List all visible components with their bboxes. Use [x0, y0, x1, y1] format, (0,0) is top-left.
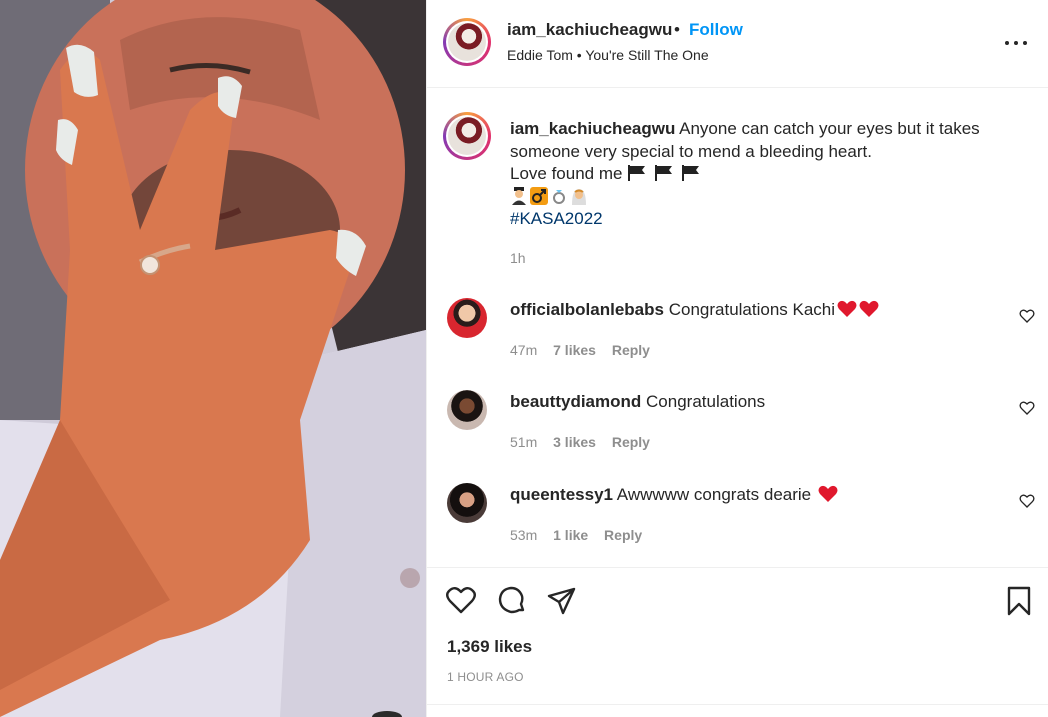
commenter-avatar[interactable] — [447, 483, 487, 523]
caption-timestamp: 1h — [510, 250, 526, 266]
comment-reply-button[interactable]: Reply — [604, 527, 642, 543]
comment-heart-icon[interactable] — [1019, 400, 1035, 416]
black-flag-icon — [628, 165, 646, 181]
ring-icon — [553, 189, 565, 204]
comment-likes[interactable]: 7 likes — [553, 342, 596, 358]
comment-username[interactable]: queentessy1 — [510, 485, 613, 504]
bride-icon — [572, 188, 586, 205]
separator-dot: • — [674, 20, 680, 39]
comment-text: officialbolanlebabs Congratulations Kach… — [510, 300, 879, 320]
like-count[interactable]: 1,369 likes — [447, 637, 532, 657]
red-heart-icon — [818, 485, 838, 502]
share-icon[interactable] — [546, 585, 578, 617]
comment-text: beauttydiamond Congratulations — [510, 392, 765, 412]
comment-username[interactable]: beauttydiamond — [510, 392, 641, 411]
follow-button[interactable]: Follow — [689, 20, 743, 40]
post-photo — [0, 0, 426, 717]
comment-heart-icon[interactable] — [1019, 308, 1035, 324]
comment-heart-icon[interactable] — [1019, 493, 1035, 509]
audio-track[interactable]: Eddie Tom • You're Still The One — [507, 47, 709, 63]
comment-reply-button[interactable]: Reply — [612, 342, 650, 358]
red-heart-icon — [837, 300, 857, 317]
comment-time: 53m — [510, 527, 538, 543]
comment-meta: 53m 1 like Reply — [510, 527, 654, 543]
author-username[interactable]: iam_kachiucheagwu — [507, 20, 672, 40]
comment-body: Awwwww congrats dearie — [616, 485, 812, 504]
bookmark-icon[interactable] — [1003, 585, 1035, 617]
comment-meta: 51m 3 likes Reply — [510, 434, 662, 450]
caption-hashtag[interactable]: #KASA2022 — [510, 209, 603, 228]
post-media[interactable] — [0, 0, 426, 717]
comment-item: queentessy1 Awwwww congrats dearie 53m 1… — [427, 483, 1048, 563]
comment-reply-button[interactable]: Reply — [612, 434, 650, 450]
comment-likes[interactable]: 1 like — [553, 527, 588, 543]
more-options-icon[interactable] — [1005, 33, 1027, 53]
post-actions: 1,369 likes 1 HOUR AGO — [427, 567, 1048, 717]
comment-body: Congratulations — [646, 392, 766, 411]
caption-body-line2: Love found me — [510, 164, 623, 183]
comment-time: 47m — [510, 342, 538, 358]
caption-emoji-row — [510, 186, 588, 205]
post-header: iam_kachiucheagwu • Follow Eddie Tom • Y… — [427, 0, 1048, 88]
caption-text: iam_kachiucheagwu Anyone can catch your … — [510, 118, 1010, 231]
caption-username[interactable]: iam_kachiucheagwu — [510, 119, 675, 138]
groom-icon — [512, 186, 526, 205]
comment-body: Congratulations Kachi — [668, 300, 836, 319]
divider — [427, 704, 1048, 705]
black-flag-icon — [655, 165, 673, 181]
comment-time: 51m — [510, 434, 538, 450]
post-time-ago: 1 HOUR AGO — [447, 670, 524, 684]
comment-likes[interactable]: 3 likes — [553, 434, 596, 450]
comment-meta: 47m 7 likes Reply — [510, 342, 662, 358]
black-flag-icon — [682, 165, 700, 181]
media-scroll-handle — [372, 711, 402, 717]
male-sign-icon — [530, 186, 548, 205]
commenter-avatar[interactable] — [447, 298, 487, 338]
author-avatar[interactable] — [443, 18, 491, 66]
comment-text: queentessy1 Awwwww congrats dearie — [510, 485, 838, 505]
red-heart-icon — [859, 300, 879, 317]
comment-item: beauttydiamond Congratulations 51m 3 lik… — [427, 390, 1048, 470]
heart-icon[interactable] — [445, 585, 477, 617]
caption-avatar[interactable] — [443, 112, 491, 160]
commenter-avatar[interactable] — [447, 390, 487, 430]
comment-username[interactable]: officialbolanlebabs — [510, 300, 664, 319]
post-panel: iam_kachiucheagwu • Follow Eddie Tom • Y… — [426, 0, 1048, 717]
comment-item: officialbolanlebabs Congratulations Kach… — [427, 298, 1048, 378]
comment-icon[interactable] — [496, 585, 528, 617]
